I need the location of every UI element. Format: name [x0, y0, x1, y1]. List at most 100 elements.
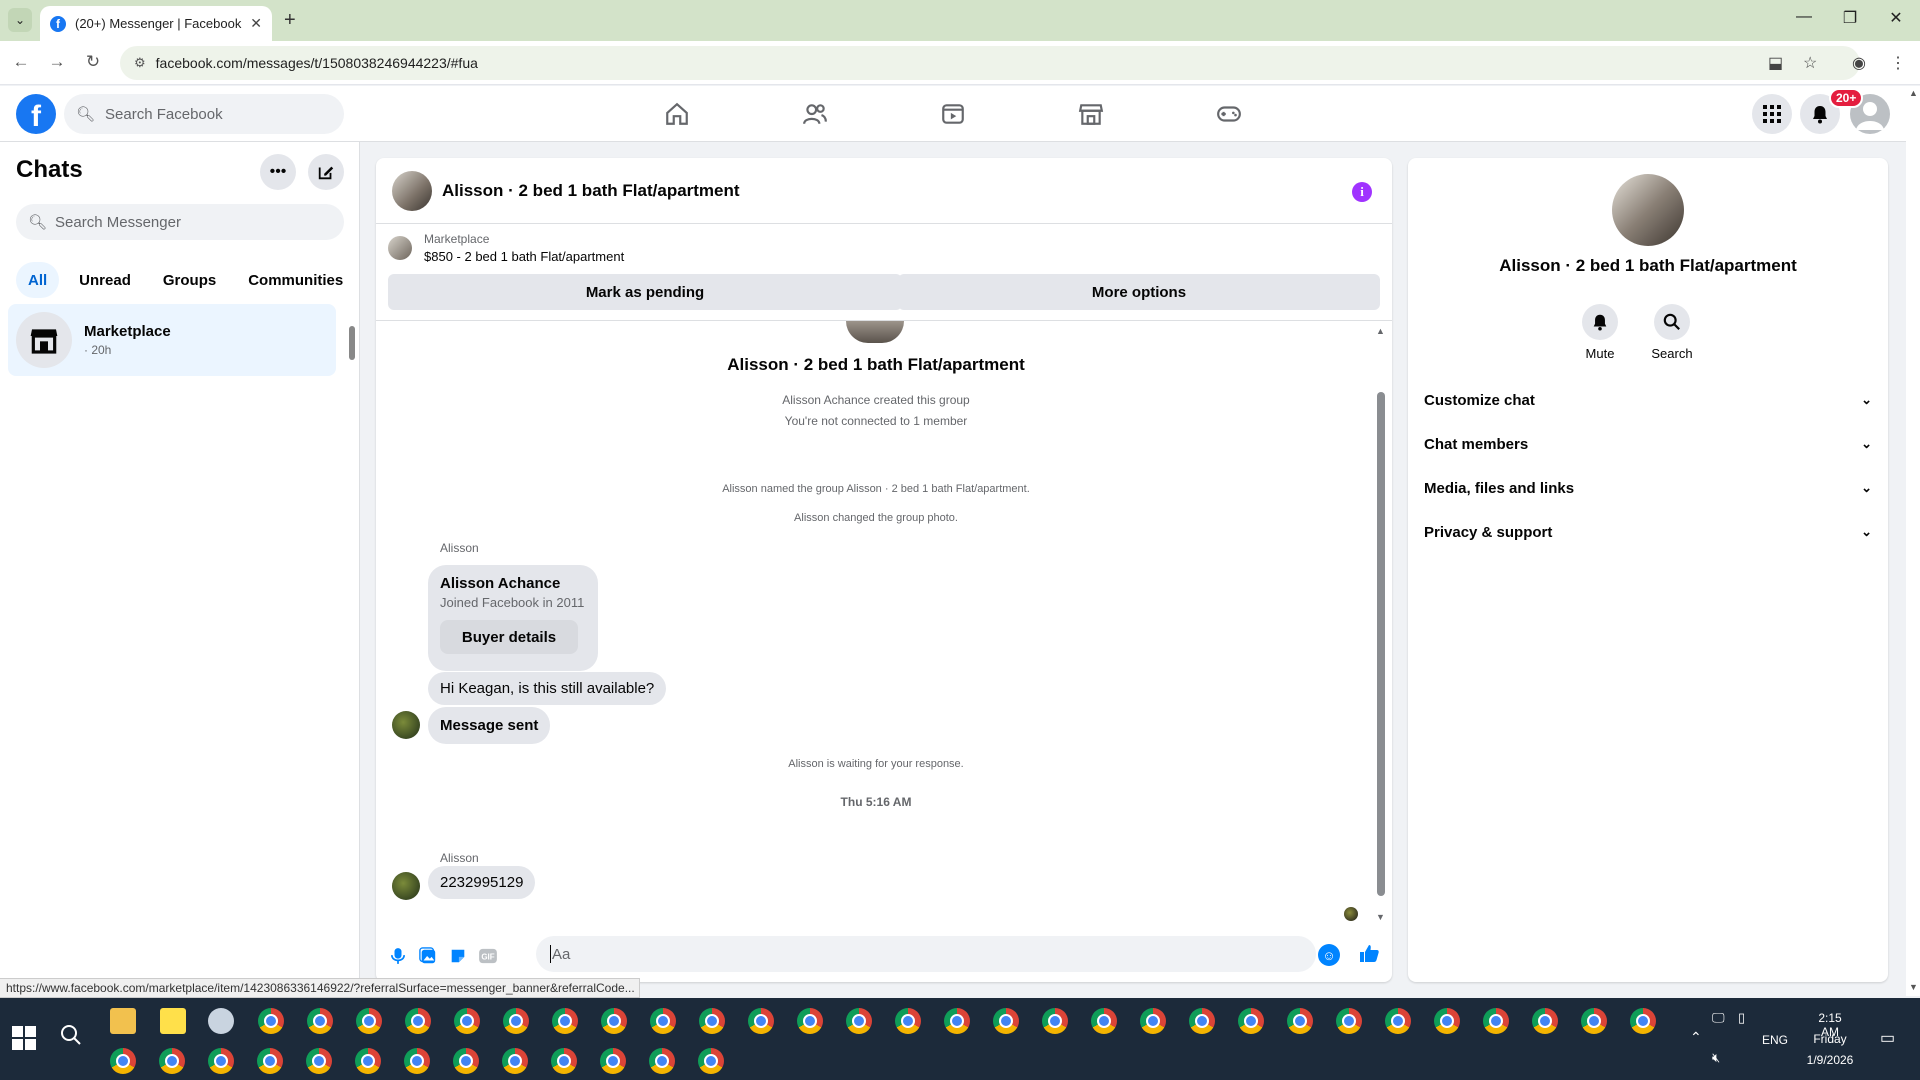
chrome-icon[interactable] [405, 1008, 431, 1034]
network-icon[interactable]: 🖵 [1712, 1010, 1725, 1026]
app-icon[interactable] [208, 1008, 234, 1034]
chrome-icon[interactable] [1581, 1008, 1607, 1034]
filter-all[interactable]: All [16, 262, 60, 298]
media-files-links-section[interactable]: Media, files and links ⌄ [1424, 468, 1872, 508]
more-options-button[interactable]: More options [898, 274, 1380, 310]
chrome-icon[interactable] [306, 1048, 332, 1074]
chrome-icon[interactable] [454, 1008, 480, 1034]
chat-list-item-marketplace[interactable]: Marketplace · 20h [8, 304, 336, 376]
mute-button[interactable]: Mute [1570, 304, 1630, 361]
bookmark-star-icon[interactable]: ☆ [1803, 53, 1817, 73]
message-bubble[interactable]: 2232995129 [428, 866, 536, 899]
chrome-icon[interactable] [257, 1048, 283, 1074]
privacy-support-section[interactable]: Privacy & support ⌄ [1424, 512, 1872, 552]
chrome-icon[interactable] [404, 1048, 430, 1074]
site-info-icon[interactable]: ⚙ [134, 55, 146, 71]
back-button[interactable]: ← [10, 52, 32, 72]
chrome-icon[interactable] [993, 1008, 1019, 1034]
chrome-icon[interactable] [551, 1048, 577, 1074]
photo-attach-icon[interactable] [418, 946, 438, 966]
reload-button[interactable]: ↻ [82, 52, 104, 72]
friends-icon[interactable] [801, 100, 829, 128]
chat-options-button[interactable]: ••• [260, 154, 296, 190]
chrome-icon[interactable] [944, 1008, 970, 1034]
chrome-icon[interactable] [600, 1048, 626, 1074]
profile-icon[interactable]: ◉ [1852, 53, 1866, 73]
chrome-icon[interactable] [1091, 1008, 1117, 1034]
url-field[interactable]: ⚙ facebook.com/messages/t/15080382469442… [120, 46, 1860, 80]
home-icon[interactable] [663, 100, 691, 128]
message-input[interactable]: Aa [536, 936, 1316, 972]
apps-menu-icon[interactable] [1752, 94, 1792, 134]
chrome-icon[interactable] [895, 1008, 921, 1034]
facebook-logo-icon[interactable]: f [16, 94, 56, 134]
gaming-icon[interactable] [1215, 100, 1243, 128]
filter-unread[interactable]: Unread [67, 262, 143, 298]
minimize-button[interactable]: — [1792, 8, 1816, 26]
chrome-icon[interactable] [748, 1008, 774, 1034]
facebook-search-input[interactable]: 🔍︎ Search Facebook [64, 94, 344, 134]
chrome-icon[interactable] [698, 1048, 724, 1074]
video-icon[interactable] [939, 100, 967, 128]
filter-groups[interactable]: Groups [151, 262, 228, 298]
conversation-info-icon[interactable]: i [1352, 182, 1372, 202]
sticker-icon[interactable] [448, 946, 468, 966]
volume-muted-icon[interactable]: 🔇︎ [1712, 1050, 1720, 1066]
chrome-icon[interactable] [502, 1048, 528, 1074]
forward-button[interactable]: → [46, 52, 68, 72]
marketplace-banner[interactable]: Marketplace $850 - 2 bed 1 bath Flat/apa… [388, 232, 624, 264]
customize-chat-section[interactable]: Customize chat ⌄ [1424, 380, 1872, 420]
chrome-icon[interactable] [1336, 1008, 1362, 1034]
new-tab-button[interactable]: + [284, 9, 296, 32]
chrome-icon[interactable] [258, 1008, 284, 1034]
show-hidden-icons-icon[interactable]: ⌃ [1690, 1029, 1702, 1046]
message-bubble[interactable]: Hi Keagan, is this still available? [428, 672, 667, 705]
windows-start-icon[interactable] [12, 1026, 36, 1050]
chrome-icon[interactable] [1434, 1008, 1460, 1034]
browser-tab[interactable]: f (20+) Messenger | Facebook ✕ [40, 6, 272, 41]
chrome-icon[interactable] [503, 1008, 529, 1034]
new-message-button[interactable] [308, 154, 344, 190]
page-scrollbar[interactable]: ▲ ▼ [1906, 86, 1920, 996]
chrome-icon[interactable] [1042, 1008, 1068, 1034]
chrome-icon[interactable] [650, 1008, 676, 1034]
chrome-icon[interactable] [453, 1048, 479, 1074]
close-window-button[interactable]: ✕ [1884, 8, 1908, 28]
microphone-icon[interactable] [388, 946, 408, 966]
chrome-icon[interactable] [1630, 1008, 1656, 1034]
battery-icon[interactable]: ▯ [1738, 1010, 1745, 1026]
tab-search-dropdown[interactable]: ⌄ [8, 8, 32, 32]
chrome-icon[interactable] [110, 1048, 136, 1074]
file-explorer-icon[interactable] [110, 1008, 136, 1034]
chrome-icon[interactable] [355, 1048, 381, 1074]
restore-button[interactable]: ❐ [1838, 8, 1862, 28]
thread-scrollbar[interactable]: ▲ ▼ [1374, 326, 1388, 926]
chrome-icon[interactable] [1238, 1008, 1264, 1034]
chrome-icon[interactable] [649, 1048, 675, 1074]
chats-scrollbar[interactable] [348, 312, 356, 372]
chrome-icon[interactable] [1532, 1008, 1558, 1034]
emoji-icon[interactable]: ☺ [1318, 944, 1340, 966]
install-app-icon[interactable]: ⬓ [1768, 53, 1783, 73]
chrome-icon[interactable] [1385, 1008, 1411, 1034]
conversation-title[interactable]: Alisson · 2 bed 1 bath Flat/apartment [442, 181, 740, 201]
language-indicator[interactable]: ENG [1762, 1033, 1788, 1047]
group-profile-photo[interactable] [1612, 174, 1684, 246]
chrome-icon[interactable] [1287, 1008, 1313, 1034]
chat-members-section[interactable]: Chat members ⌄ [1424, 424, 1872, 464]
chrome-icon[interactable] [159, 1048, 185, 1074]
chrome-icon[interactable] [208, 1048, 234, 1074]
close-tab-icon[interactable]: ✕ [250, 15, 262, 32]
filter-communities[interactable]: Communities [236, 262, 355, 298]
marketplace-icon[interactable] [1077, 100, 1105, 128]
group-avatar[interactable] [392, 170, 432, 211]
chrome-icon[interactable] [356, 1008, 382, 1034]
gif-icon[interactable]: GIF [478, 946, 498, 966]
chrome-icon[interactable] [307, 1008, 333, 1034]
chrome-icon[interactable] [552, 1008, 578, 1034]
sender-avatar[interactable] [392, 711, 420, 739]
notification-center-icon[interactable]: ▭ [1880, 1028, 1895, 1048]
thumbs-up-icon[interactable] [1358, 942, 1380, 970]
menu-kebab-icon[interactable]: ⋮ [1890, 53, 1906, 73]
chrome-icon[interactable] [1140, 1008, 1166, 1034]
